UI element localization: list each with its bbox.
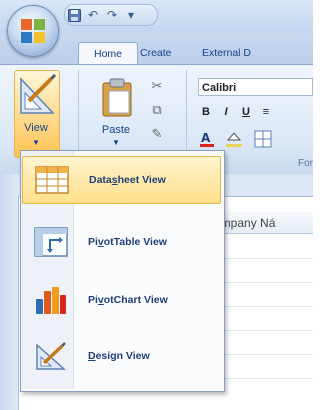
customize-toolbar-icon[interactable]: ▾ xyxy=(123,7,139,23)
menu-item-datasheet-view[interactable]: Datasheet View xyxy=(22,156,221,204)
menu-item-pivottable-view[interactable]: PivotTable View xyxy=(22,218,221,266)
fill-color-icon[interactable] xyxy=(224,130,248,148)
menu-item-label: Design View xyxy=(88,350,150,362)
datasheet-view-icon xyxy=(31,163,73,197)
copy-icon[interactable]: ⧉ xyxy=(152,102,161,118)
gridlines-icon[interactable] xyxy=(254,130,272,148)
cut-icon[interactable]: ✂ xyxy=(152,78,163,94)
tab-create[interactable]: Create xyxy=(134,42,178,64)
align-icon[interactable]: ≡ xyxy=(258,104,274,120)
font-color-icon[interactable]: A xyxy=(198,130,218,148)
menu-item-label: PivotTable View xyxy=(88,236,167,248)
undo-icon[interactable]: ↶ xyxy=(85,7,101,23)
menu-item-design-view[interactable]: Design View xyxy=(22,332,221,380)
paste-icon[interactable] xyxy=(100,78,134,118)
svg-text:A: A xyxy=(201,131,211,145)
view-button-label: View xyxy=(24,122,48,134)
group-separator xyxy=(186,70,187,152)
menu-item-label: Datasheet View xyxy=(89,174,166,186)
pivotchart-view-icon xyxy=(30,283,72,317)
font-name-field[interactable]: Calibri xyxy=(198,78,313,96)
pivottable-view-icon xyxy=(30,225,72,259)
format-painter-icon[interactable]: ✎ xyxy=(152,126,163,142)
paste-button-label: Paste xyxy=(101,124,131,136)
design-view-icon xyxy=(20,73,57,114)
tab-home[interactable]: Home xyxy=(78,42,138,65)
italic-button[interactable]: I xyxy=(218,104,234,120)
format-buttons: B I U ≡ xyxy=(198,104,274,120)
underline-button[interactable]: U xyxy=(238,104,254,120)
navigation-pane-strip[interactable] xyxy=(0,174,19,410)
office-logo-icon xyxy=(21,19,45,43)
color-buttons: A xyxy=(198,130,272,148)
office-button[interactable] xyxy=(7,5,59,57)
bold-button[interactable]: B xyxy=(198,104,214,120)
quick-access-buttons: ↶ ↷ ▾ xyxy=(66,6,139,24)
clipboard-small-buttons: ✂ ⧉ ✎ xyxy=(146,78,168,142)
chevron-down-icon: ▼ xyxy=(112,138,120,147)
tab-external-data[interactable]: External D xyxy=(196,42,257,64)
chevron-down-icon: ▼ xyxy=(32,138,40,147)
menu-item-label: PivotChart View xyxy=(88,294,168,306)
design-view-icon xyxy=(30,339,72,373)
group-separator xyxy=(78,70,79,152)
redo-icon[interactable]: ↷ xyxy=(104,7,120,23)
menu-item-pivotchart-view[interactable]: PivotChart View xyxy=(22,276,221,324)
save-icon[interactable] xyxy=(66,7,82,23)
